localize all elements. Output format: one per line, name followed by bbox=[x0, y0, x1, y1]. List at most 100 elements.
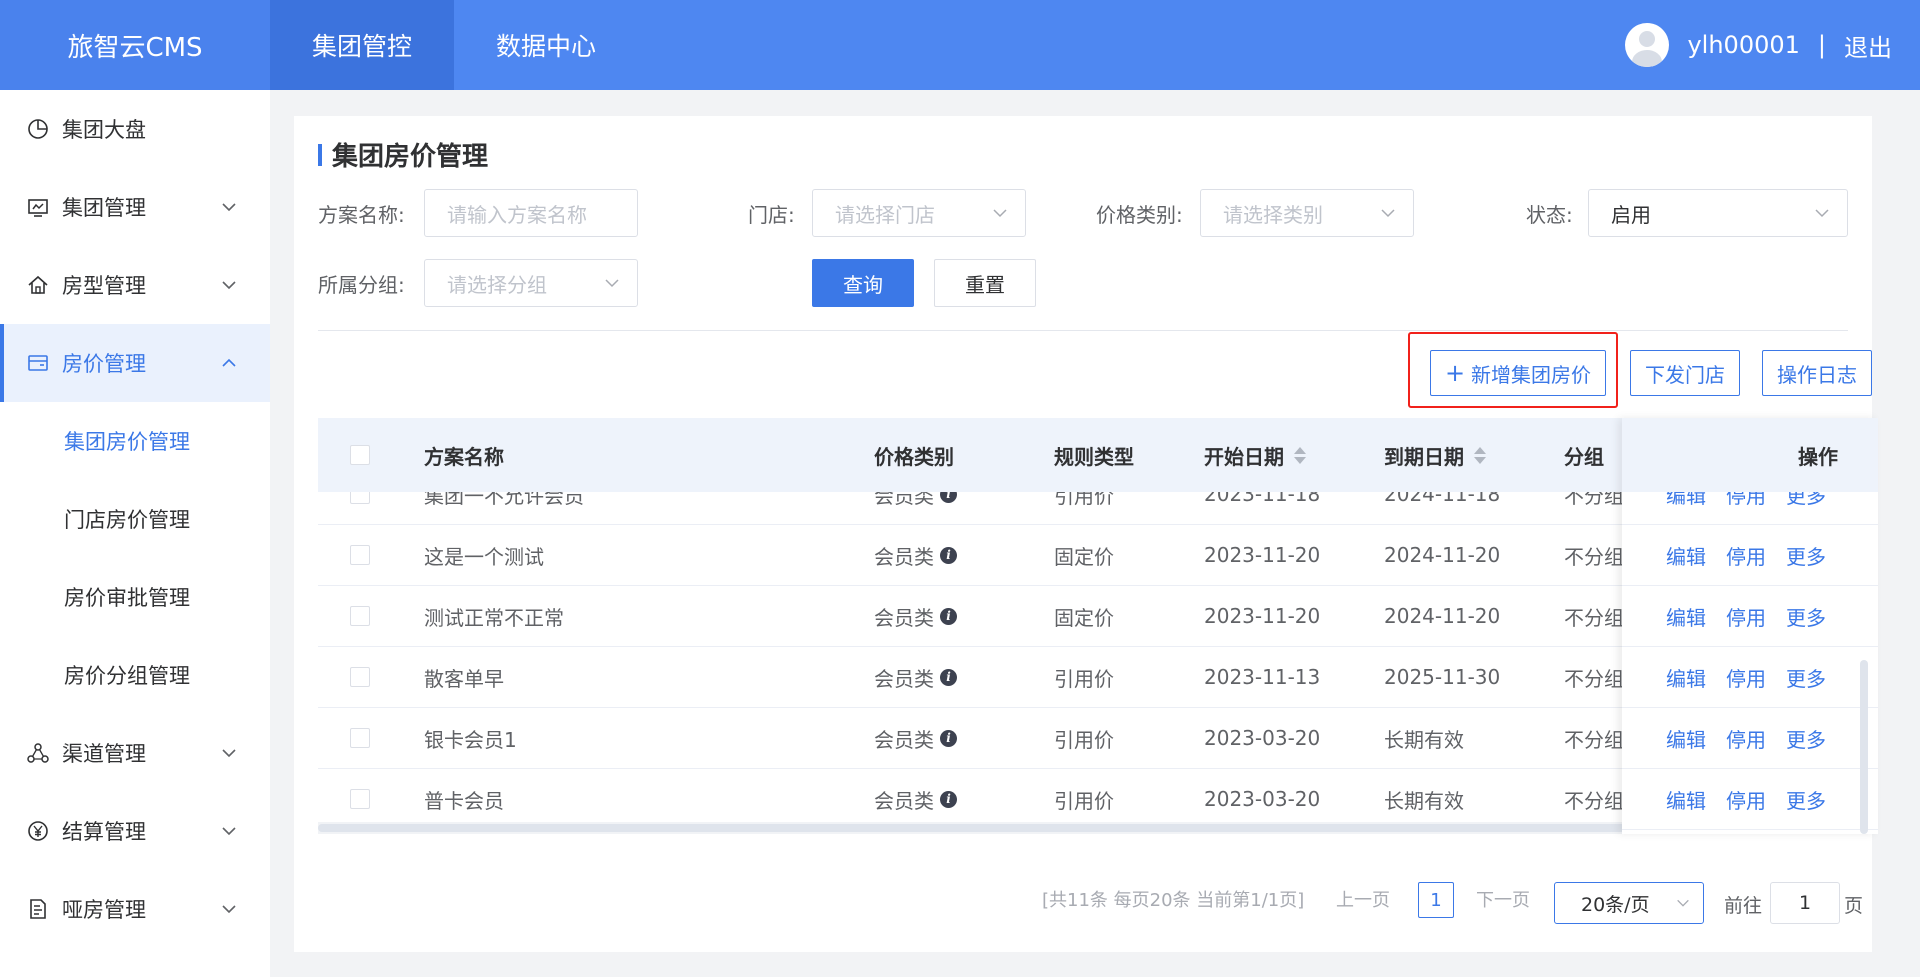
table-row[interactable]: 集团一不允许会员 会员类 i 引用价 2023-11-18 2024-11-18 不分组 bbox=[318, 492, 1648, 525]
sidebar-item-room-type[interactable]: 房型管理 bbox=[0, 246, 270, 324]
table-row[interactable]: 普卡会员 会员类 i 引用价 2023-03-20 长期有效 不分组 bbox=[318, 769, 1648, 830]
th-end-date[interactable]: 到期日期 bbox=[1384, 418, 1486, 492]
row-checkbox[interactable] bbox=[350, 492, 370, 504]
channel-icon bbox=[26, 741, 50, 765]
chevron-down-icon bbox=[222, 203, 236, 212]
group-select[interactable]: 请选择分组 bbox=[424, 259, 638, 307]
sidebar-item-dashboard[interactable]: 集团大盘 bbox=[0, 90, 270, 168]
edit-button[interactable]: 编辑 bbox=[1666, 663, 1706, 692]
sidebar-item-channel[interactable]: 渠道管理 bbox=[0, 714, 270, 792]
row-checkbox[interactable] bbox=[350, 728, 370, 748]
sort-icon[interactable] bbox=[1294, 446, 1306, 464]
info-icon[interactable]: i bbox=[940, 607, 957, 625]
more-button[interactable]: 更多 bbox=[1786, 541, 1826, 570]
add-group-price-label: 新增集团房价 bbox=[1471, 362, 1592, 387]
query-button[interactable]: 查询 bbox=[812, 259, 914, 307]
edit-button[interactable]: 编辑 bbox=[1666, 541, 1706, 570]
disable-button[interactable]: 停用 bbox=[1726, 663, 1766, 692]
chevron-down-icon bbox=[222, 905, 236, 914]
sidebar-item-settlement[interactable]: 结算管理 bbox=[0, 792, 270, 870]
sidebar-item-dummy-room[interactable]: 哑房管理 bbox=[0, 870, 270, 948]
more-button[interactable]: 更多 bbox=[1786, 602, 1826, 631]
vertical-scrollbar-thumb[interactable] bbox=[1860, 660, 1868, 834]
cell-group: 不分组 bbox=[1564, 544, 1624, 569]
chevron-down-icon bbox=[1381, 209, 1395, 218]
disable-button[interactable]: 停用 bbox=[1726, 541, 1766, 570]
row-checkbox[interactable] bbox=[350, 606, 370, 626]
edit-button[interactable]: 编辑 bbox=[1666, 785, 1706, 814]
select-all-checkbox[interactable] bbox=[350, 445, 370, 465]
row-checkbox[interactable] bbox=[350, 545, 370, 565]
horizontal-scrollbar-thumb[interactable] bbox=[318, 824, 1643, 832]
sidebar-subitem-group-price[interactable]: 集团房价管理 bbox=[0, 402, 270, 480]
table-row[interactable]: 这是一个测试 会员类 i 固定价 2023-11-20 2024-11-20 不分组 bbox=[318, 525, 1648, 586]
brand-logo[interactable]: 旅智云CMS bbox=[0, 0, 270, 90]
disable-button[interactable]: 停用 bbox=[1726, 602, 1766, 631]
info-icon[interactable]: i bbox=[940, 546, 957, 564]
sidebar-subitem-price-group[interactable]: 房价分组管理 bbox=[0, 636, 270, 714]
cell-price-type: 会员类 i bbox=[874, 647, 957, 707]
top-header: 旅智云CMS 集团管控 数据中心 ylh00001 | 退出 bbox=[0, 0, 1920, 90]
disable-button[interactable]: 停用 bbox=[1726, 724, 1766, 753]
horizontal-scrollbar[interactable] bbox=[318, 822, 1648, 834]
avatar[interactable] bbox=[1625, 23, 1670, 67]
status-select[interactable]: 启用 bbox=[1588, 189, 1848, 237]
page-size-select[interactable]: 20条/页 bbox=[1554, 882, 1704, 924]
edit-button[interactable]: 编辑 bbox=[1666, 602, 1706, 631]
cell-plan-name: 集团一不允许会员 bbox=[424, 492, 584, 508]
next-page-button[interactable]: 下一页 bbox=[1476, 886, 1530, 912]
username[interactable]: ylh00001 bbox=[1687, 31, 1799, 59]
dispatch-store-button[interactable]: 下发门店 bbox=[1630, 350, 1740, 396]
page-number-current[interactable]: 1 bbox=[1418, 882, 1454, 918]
logout-link[interactable]: 退出 bbox=[1844, 28, 1892, 63]
table-row[interactable]: 银卡会员1 会员类 i 引用价 2023-03-20 长期有效 不分组 bbox=[318, 708, 1648, 769]
disable-button[interactable]: 停用 bbox=[1726, 492, 1766, 509]
store-select-placeholder: 请选择门店 bbox=[835, 202, 935, 227]
title-accent-bar bbox=[318, 143, 322, 166]
add-group-price-button[interactable]: + 新增集团房价 bbox=[1430, 350, 1606, 396]
sidebar-subitem-price-approval[interactable]: 房价审批管理 bbox=[0, 558, 270, 636]
disable-button[interactable]: 停用 bbox=[1726, 785, 1766, 814]
vertical-scrollbar[interactable] bbox=[1860, 492, 1868, 834]
nav-data-center[interactable]: 数据中心 bbox=[454, 0, 638, 90]
nav-group-control[interactable]: 集团管控 bbox=[270, 0, 455, 90]
store-select[interactable]: 请选择门店 bbox=[812, 189, 1026, 237]
page-title: 集团房价管理 bbox=[318, 136, 488, 173]
monitor-icon bbox=[26, 195, 50, 219]
plus-icon: + bbox=[1444, 359, 1466, 387]
more-button[interactable]: 更多 bbox=[1786, 785, 1826, 814]
cell-group: 不分组 bbox=[1564, 605, 1624, 630]
sidebar-item-group-management[interactable]: 集团管理 bbox=[0, 168, 270, 246]
more-button[interactable]: 更多 bbox=[1786, 663, 1826, 692]
info-icon[interactable]: i bbox=[940, 790, 957, 808]
row-checkbox[interactable] bbox=[350, 667, 370, 687]
sort-icon[interactable] bbox=[1474, 446, 1486, 464]
table-row[interactable]: 测试正常不正常 会员类 i 固定价 2023-11-20 2024-11-20 不分组 bbox=[318, 586, 1648, 647]
document-icon bbox=[26, 897, 50, 921]
price-type-select[interactable]: 请选择类别 bbox=[1200, 189, 1414, 237]
info-icon[interactable]: i bbox=[940, 729, 957, 747]
info-icon[interactable]: i bbox=[940, 668, 957, 686]
plan-name-input[interactable]: 请输入方案名称 bbox=[424, 189, 638, 237]
reset-button[interactable]: 重置 bbox=[934, 259, 1036, 307]
more-button[interactable]: 更多 bbox=[1786, 724, 1826, 753]
operation-log-button[interactable]: 操作日志 bbox=[1762, 350, 1872, 396]
row-checkbox-cell bbox=[350, 525, 370, 585]
goto-page-input[interactable]: 1 bbox=[1770, 882, 1840, 924]
actions-row: 编辑 停用 更多 bbox=[1622, 492, 1878, 525]
edit-button[interactable]: 编辑 bbox=[1666, 492, 1706, 509]
plan-name-label: 方案名称: bbox=[318, 203, 405, 227]
table-row[interactable]: 散客单早 会员类 i 引用价 2023-11-13 2025-11-30 不分组 bbox=[318, 647, 1648, 708]
more-button[interactable]: 更多 bbox=[1786, 492, 1826, 509]
info-icon[interactable]: i bbox=[940, 492, 957, 503]
table-body: 集团一不允许会员 会员类 i 引用价 2023-11-18 2024-11-18 不分组 这是… bbox=[318, 492, 1648, 834]
cell-price-type-text: 会员类 bbox=[874, 666, 934, 691]
row-checkbox-cell bbox=[350, 708, 370, 768]
sidebar-subitem-store-price[interactable]: 门店房价管理 bbox=[0, 480, 270, 558]
sidebar-item-room-price[interactable]: 房价管理 bbox=[0, 324, 270, 402]
edit-button[interactable]: 编辑 bbox=[1666, 724, 1706, 753]
group-select-placeholder: 请选择分组 bbox=[447, 272, 547, 297]
row-checkbox[interactable] bbox=[350, 789, 370, 809]
th-start-date[interactable]: 开始日期 bbox=[1204, 418, 1306, 492]
prev-page-button[interactable]: 上一页 bbox=[1336, 886, 1390, 912]
